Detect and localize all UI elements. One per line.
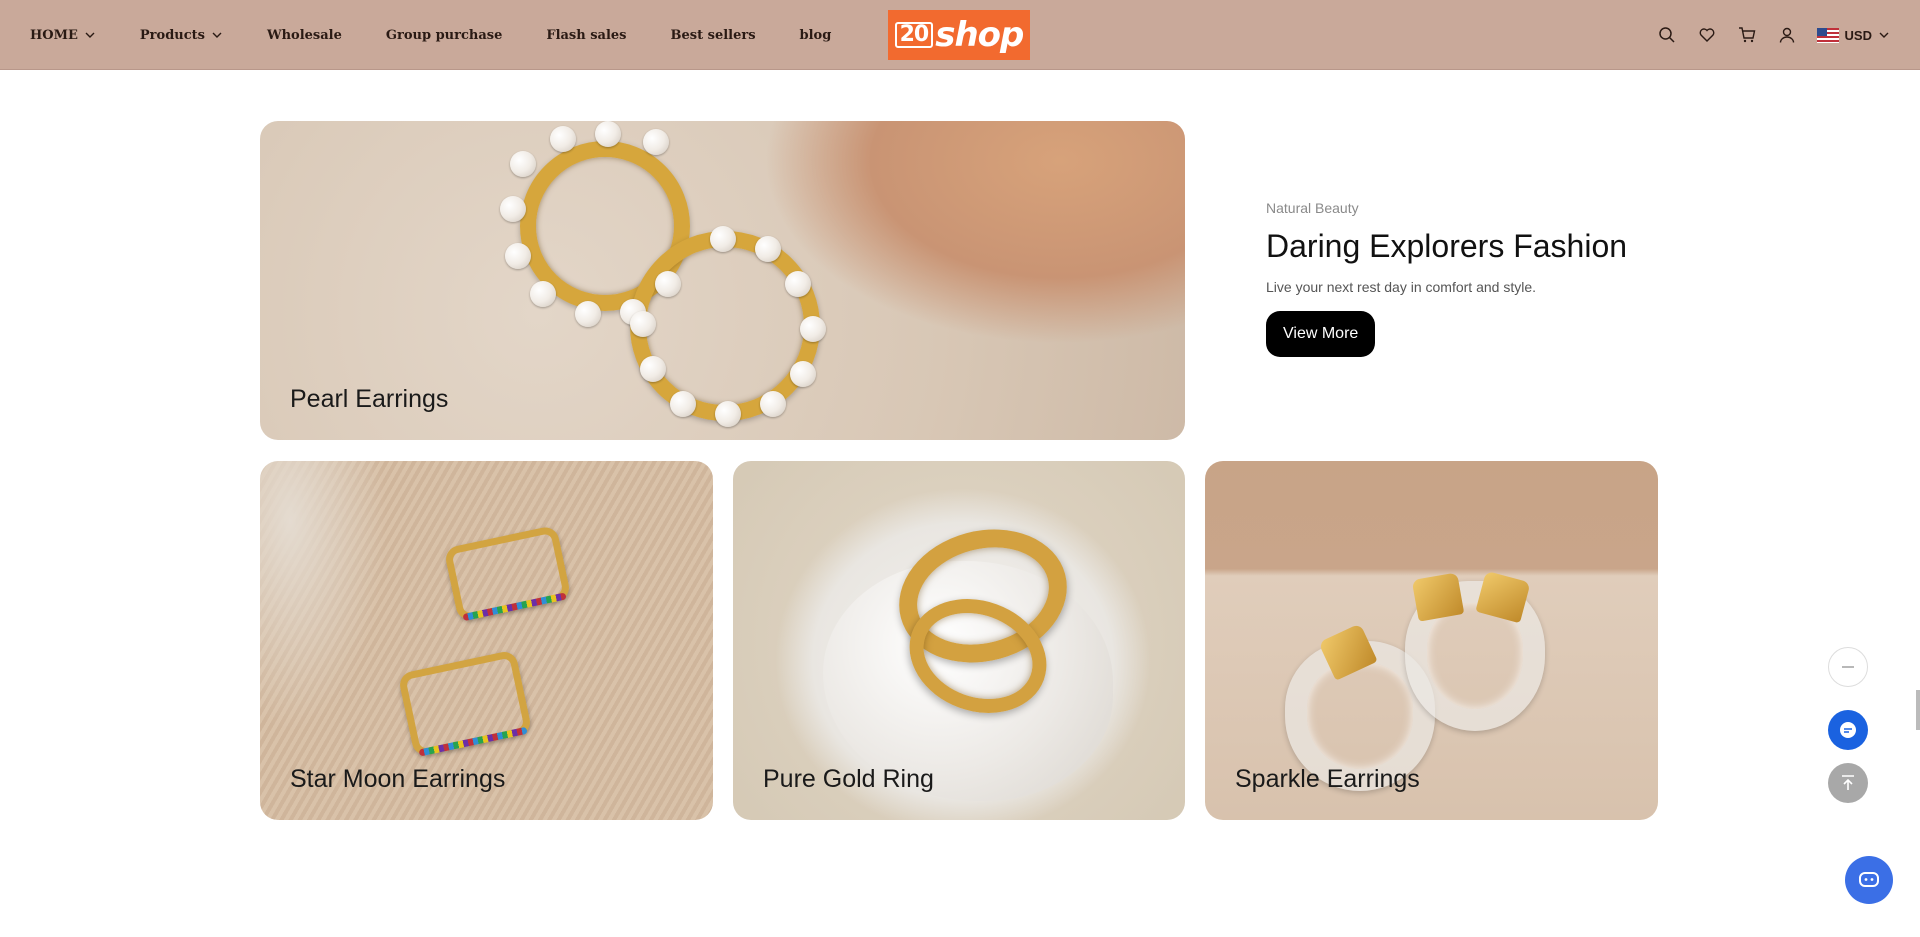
tile-pure-gold-ring[interactable]: Pure Gold Ring — [733, 461, 1185, 820]
tile-star-moon-earrings[interactable]: Star Moon Earrings — [260, 461, 713, 820]
nav-wholesale-label: Wholesale — [266, 27, 342, 43]
nav-group-purchase[interactable]: Group purchase — [386, 28, 502, 43]
nav-blog[interactable]: blog — [800, 28, 832, 43]
banner-label: Pearl Earrings — [290, 385, 449, 413]
support-chat-button[interactable] — [1845, 856, 1893, 904]
logo-text: shop — [935, 15, 1024, 55]
us-flag-icon — [1816, 27, 1839, 43]
chevron-down-icon — [1879, 32, 1889, 38]
currency-selector[interactable]: USD — [1816, 27, 1890, 43]
minus-icon — [1842, 666, 1854, 668]
main-nav: HOME Products Wholesale Group purchase F… — [30, 0, 875, 70]
search-icon[interactable] — [1657, 25, 1677, 45]
nav-home[interactable]: HOME — [30, 28, 96, 43]
tile-label: Pure Gold Ring — [763, 765, 934, 793]
chat-bubble-icon — [1840, 722, 1856, 738]
tile-label: Sparkle Earrings — [1235, 765, 1420, 793]
header-tools: USD — [1657, 0, 1890, 70]
tile-label: Star Moon Earrings — [290, 765, 506, 793]
user-icon[interactable] — [1777, 25, 1797, 45]
heart-icon[interactable] — [1697, 25, 1717, 45]
chat-button[interactable] — [1828, 710, 1868, 750]
nav-products-label: Products — [139, 27, 205, 43]
nav-group-purchase-label: Group purchase — [385, 27, 503, 43]
nav-blog-label: blog — [799, 27, 832, 43]
nav-home-label: HOME — [30, 27, 78, 43]
promo-title: Daring Explorers Fashion — [1266, 228, 1628, 264]
logo-prefix: 20 — [894, 22, 934, 48]
promo-block: Natural Beauty Daring Explorers Fashion … — [1266, 200, 1686, 357]
site-logo[interactable]: 20 shop — [888, 10, 1030, 60]
promo-eyebrow: Natural Beauty — [1266, 200, 1359, 216]
minimize-widget-button[interactable] — [1828, 647, 1868, 687]
cart-icon[interactable] — [1737, 25, 1757, 45]
message-icon — [1859, 872, 1879, 887]
nav-flash-sales[interactable]: Flash sales — [546, 28, 626, 43]
nav-best-sellers-label: Best sellers — [670, 27, 756, 43]
chevron-down-icon — [85, 32, 95, 38]
promo-subtitle: Live your next rest day in comfort and s… — [1266, 279, 1537, 295]
nav-wholesale[interactable]: Wholesale — [267, 28, 342, 43]
arrow-up-icon — [1842, 775, 1854, 790]
nav-flash-sales-label: Flash sales — [546, 27, 627, 43]
chevron-down-icon — [212, 32, 222, 38]
nav-best-sellers[interactable]: Best sellers — [671, 28, 756, 43]
scrollbar-thumb[interactable] — [1916, 690, 1920, 730]
currency-label: USD — [1844, 27, 1872, 43]
nav-products[interactable]: Products — [140, 28, 223, 43]
banner-pearl-earrings[interactable]: Pearl Earrings — [260, 121, 1185, 440]
tile-sparkle-earrings[interactable]: Sparkle Earrings — [1205, 461, 1658, 820]
back-to-top-button[interactable] — [1828, 763, 1868, 803]
view-more-button[interactable]: View More — [1266, 311, 1376, 357]
site-header: HOME Products Wholesale Group purchase F… — [0, 0, 1920, 70]
